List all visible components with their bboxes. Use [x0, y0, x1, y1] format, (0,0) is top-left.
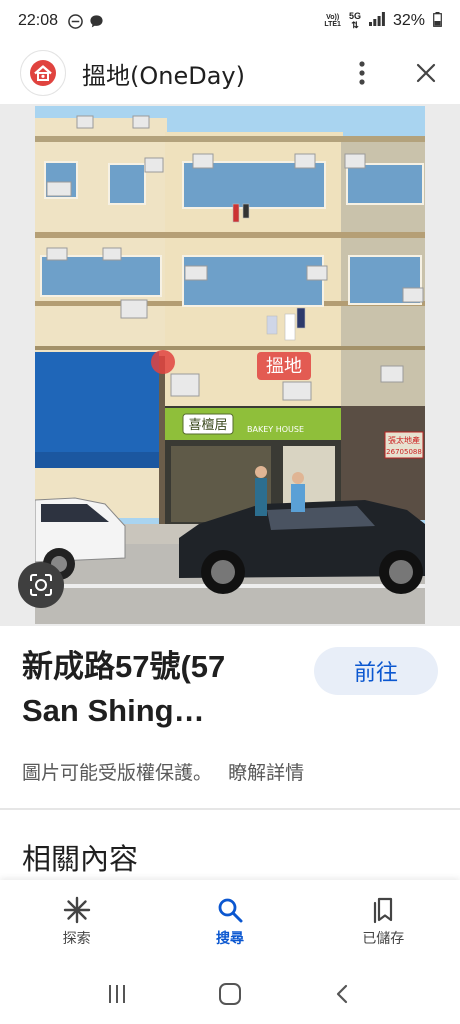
- close-button[interactable]: [412, 59, 440, 87]
- shop-sign-subtext: BAKEY HOUSE: [247, 425, 304, 434]
- back-button[interactable]: [323, 974, 363, 1014]
- building-photo[interactable]: 喜檀居 BAKEY HOUSE 張太地產 26705088 搵地: [35, 106, 425, 624]
- nav-search-label: 搜尋: [215, 931, 244, 947]
- nav-explore-label: 探索: [62, 931, 91, 947]
- side-sign-line1: 張太地產: [388, 435, 420, 445]
- shop-sign-text: 喜檀居: [188, 417, 227, 433]
- image-preview-area: 喜檀居 BAKEY HOUSE 張太地產 26705088 搵地: [0, 104, 460, 626]
- battery-icon: [433, 11, 442, 31]
- home-icon: [218, 983, 241, 1005]
- app-header: 搵地(OneDay): [0, 42, 460, 104]
- recent-apps-icon: [108, 985, 125, 1003]
- related-content-heading: 相關內容: [22, 842, 139, 876]
- status-bar: 22:08 Vo)) LTE1 5G ⇅ 32%: [0, 0, 460, 42]
- status-time: 22:08: [18, 12, 59, 29]
- learn-more-link[interactable]: 瞭解詳情: [228, 762, 304, 784]
- network-type-indicator: 5G ⇅: [348, 11, 361, 30]
- volte-indicator: Vo)) LTE1: [324, 14, 341, 28]
- visit-button[interactable]: 前往: [314, 647, 438, 695]
- more-vert-icon: [359, 61, 365, 85]
- saved-bookmarks-icon: [374, 897, 393, 924]
- watermark-text: 搵地: [266, 356, 302, 377]
- nav-saved-label: 已儲存: [362, 931, 405, 947]
- recent-apps-button[interactable]: [97, 974, 137, 1014]
- more-options-button[interactable]: [348, 59, 376, 87]
- lens-search-button[interactable]: [18, 562, 64, 608]
- result-title[interactable]: 新成路57號(57 San Shing…: [22, 645, 302, 733]
- close-icon: [416, 63, 436, 83]
- explore-asterisk-icon: [63, 896, 90, 924]
- system-navigation-bar: [0, 964, 460, 1024]
- back-icon: [337, 984, 348, 1004]
- bottom-navigation: 探索 搜尋 已儲存: [0, 880, 460, 964]
- do-not-disturb-icon: [68, 13, 83, 29]
- nav-explore[interactable]: 探索: [0, 880, 153, 964]
- side-sign-line2: 26705088: [386, 448, 422, 456]
- divider: [0, 808, 460, 810]
- copyright-notice: 圖片可能受版權保護。 瞭解詳情: [22, 758, 314, 785]
- nav-search[interactable]: 搜尋: [153, 880, 306, 964]
- search-icon: [218, 898, 243, 923]
- copyright-text: 圖片可能受版權保護。: [22, 762, 213, 784]
- site-title: 搵地(OneDay): [82, 61, 245, 90]
- battery-percentage: 32%: [392, 12, 425, 29]
- home-button[interactable]: [210, 974, 250, 1014]
- result-title-row: 新成路57號(57 San Shing… 前往: [22, 645, 438, 733]
- site-logo-icon[interactable]: [20, 50, 66, 96]
- nav-saved[interactable]: 已儲存: [307, 880, 460, 964]
- signal-strength-icon: [368, 12, 385, 30]
- chat-bubble-icon: [89, 14, 104, 29]
- lens-icon: [30, 574, 52, 596]
